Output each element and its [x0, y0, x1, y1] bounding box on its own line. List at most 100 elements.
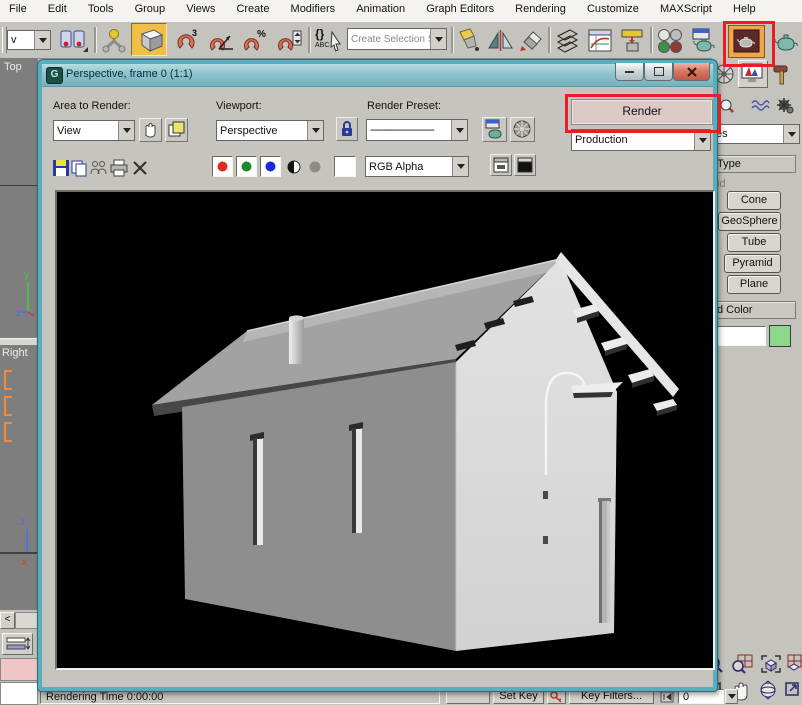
menu-help[interactable]: Help — [724, 0, 765, 18]
menu-maxscript[interactable]: MAXScript — [651, 0, 721, 18]
angle-snap-button[interactable] — [206, 26, 236, 55]
chevron-down-icon[interactable] — [118, 121, 134, 140]
background-color-swatch[interactable] — [334, 156, 356, 177]
primitive-button-tube[interactable]: Tube — [727, 233, 781, 252]
clone-window-button[interactable] — [89, 158, 109, 178]
green-channel-toggle[interactable] — [236, 156, 257, 177]
set-key-button[interactable]: Set Key — [493, 689, 544, 704]
menu-customize[interactable]: Customize — [578, 0, 648, 18]
open-mini-curve-editor-button[interactable] — [2, 633, 33, 655]
status-blank-button[interactable] — [446, 689, 490, 704]
chevron-down-icon[interactable] — [451, 120, 467, 140]
menu-tools[interactable]: Tools — [79, 0, 123, 18]
maximize-button[interactable] — [644, 63, 673, 81]
viewport-right[interactable]: Right z x — [0, 345, 38, 610]
object-name-field[interactable] — [712, 326, 766, 346]
primitive-button-pyramid[interactable]: Pyramid — [724, 254, 781, 273]
menu-group[interactable]: Group — [126, 0, 175, 18]
trackbar-left-arrow-button[interactable]: < — [0, 612, 15, 629]
menu-file[interactable]: File — [0, 0, 36, 18]
zoom-extents-all-icon[interactable] — [787, 653, 802, 675]
mirror-button[interactable] — [487, 26, 514, 55]
arc-rotate-icon[interactable] — [756, 679, 780, 701]
alpha-channel-toggle[interactable] — [285, 158, 303, 176]
material-editor-button[interactable] — [655, 26, 684, 55]
red-channel-toggle[interactable] — [212, 156, 233, 177]
area-to-render-dropdown[interactable]: View — [53, 120, 135, 141]
macro-recorder-line[interactable] — [0, 658, 38, 681]
rollout-name-color[interactable]: d Color — [712, 301, 796, 319]
chevron-down-icon[interactable] — [783, 125, 799, 143]
percent-snap-button[interactable]: % — [240, 26, 270, 55]
edit-named-selection-sets-button[interactable]: {} ABC — [313, 26, 344, 55]
chevron-down-icon[interactable] — [34, 31, 50, 49]
menu-modifiers[interactable]: Modifiers — [282, 0, 345, 18]
chevron-down-icon[interactable] — [307, 121, 323, 140]
align-button[interactable] — [517, 26, 544, 55]
named-selection-set-dropdown[interactable]: Create Selection Set — [347, 28, 447, 50]
frame-dropdown-arrow[interactable] — [725, 689, 738, 704]
category-space-warps-button[interactable] — [750, 98, 770, 114]
reference-coordinate-dropdown[interactable]: v — [7, 30, 51, 50]
pivot-center-flyout-button[interactable] — [58, 26, 89, 55]
clear-image-button[interactable] — [130, 158, 150, 178]
primitive-category-dropdown[interactable]: es — [712, 124, 800, 144]
primitive-button-cone[interactable]: Cone — [727, 191, 781, 210]
maxscript-mini-listener[interactable] — [0, 682, 38, 705]
monochrome-toggle[interactable] — [306, 158, 324, 176]
print-image-button[interactable] — [109, 158, 129, 178]
auto-region-button[interactable] — [165, 118, 188, 142]
key-filters-button[interactable]: Key Filters... — [569, 689, 654, 704]
current-frame-field[interactable]: 0 — [678, 689, 724, 704]
blue-channel-toggle[interactable] — [260, 156, 281, 177]
trackbar[interactable] — [15, 612, 38, 629]
spinner-snap-button[interactable] — [274, 26, 304, 55]
toggle-ui-button[interactable] — [514, 154, 536, 176]
render-preset-dropdown[interactable]: ------------------------ — [366, 119, 468, 141]
maximize-viewport-icon[interactable] — [784, 679, 802, 701]
viewport-lock-button[interactable] — [336, 117, 358, 141]
chevron-down-icon[interactable] — [694, 130, 710, 150]
menu-rendering[interactable]: Rendering — [506, 0, 575, 18]
channel-display-dropdown[interactable]: RGB Alpha — [365, 156, 469, 177]
zoom-extents-icon[interactable] — [759, 653, 783, 675]
schematic-view-button[interactable] — [618, 26, 646, 55]
object-color-swatch[interactable] — [769, 325, 791, 347]
viewport-top-label[interactable]: Top — [4, 61, 22, 73]
viewport-top[interactable]: Top y z — [0, 58, 38, 338]
select-and-manipulate-button[interactable] — [100, 26, 128, 55]
save-image-button[interactable] — [51, 158, 71, 178]
menu-graph-editors[interactable]: Graph Editors — [417, 0, 503, 18]
minimize-button[interactable] — [615, 63, 644, 81]
rollout-object-type[interactable]: Type — [712, 155, 796, 173]
zoom-all-icon[interactable] — [730, 653, 754, 675]
toggle-ui-overlays-button[interactable] — [490, 154, 512, 176]
snap-3d-button[interactable]: 3 — [172, 26, 202, 55]
viewport-dropdown[interactable]: Perspective — [216, 120, 324, 141]
track-light-button[interactable] — [456, 26, 483, 55]
chevron-down-icon[interactable] — [430, 29, 446, 49]
render-setup-dialog-button[interactable] — [482, 117, 507, 142]
render-setup-button[interactable] — [689, 26, 720, 55]
render-production-button[interactable] — [772, 27, 800, 55]
render-canvas[interactable] — [55, 190, 715, 670]
copy-image-button[interactable] — [69, 158, 89, 178]
set-key-toggle-button[interactable] — [547, 689, 566, 704]
curve-editor-button[interactable] — [586, 26, 614, 55]
snaps-toggle-button-active[interactable] — [131, 23, 167, 56]
menu-views[interactable]: Views — [177, 0, 224, 18]
menu-edit[interactable]: Edit — [39, 0, 76, 18]
environment-effects-button[interactable] — [510, 117, 535, 142]
chevron-down-icon[interactable] — [452, 157, 468, 176]
layer-manager-button[interactable] — [553, 26, 581, 55]
window-title-bar[interactable]: G Perspective, frame 0 (1:1) — [42, 64, 713, 87]
menu-create[interactable]: Create — [227, 0, 278, 18]
close-button[interactable] — [673, 63, 710, 81]
menu-animation[interactable]: Animation — [347, 0, 414, 18]
key-mode-toggle-icon[interactable] — [660, 691, 674, 703]
primitive-button-geosphere[interactable]: GeoSphere — [718, 212, 781, 231]
edit-region-button[interactable] — [139, 118, 162, 142]
primitive-button-plane[interactable]: Plane — [727, 275, 781, 294]
viewport-right-label[interactable]: Right — [2, 347, 28, 359]
category-systems-button[interactable] — [776, 97, 796, 115]
